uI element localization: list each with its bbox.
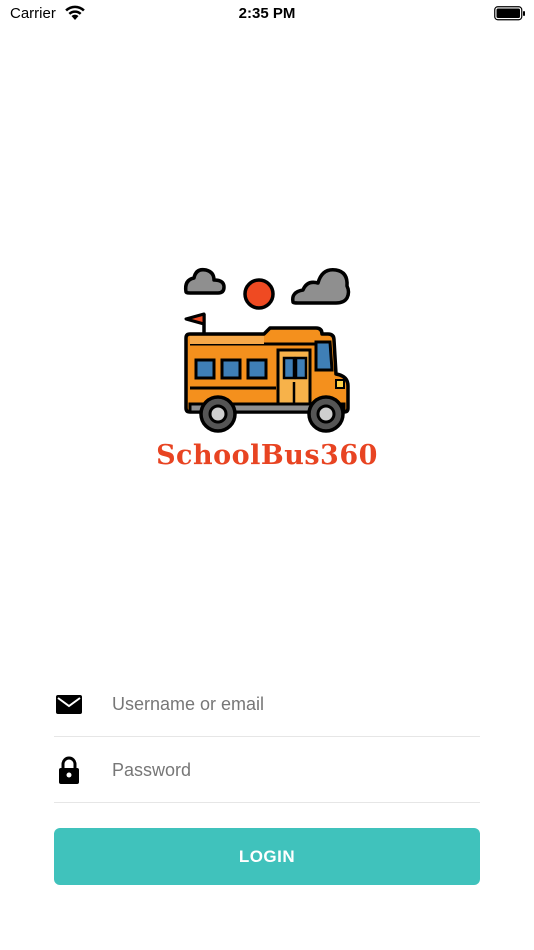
password-input[interactable] <box>112 752 472 788</box>
cloud-left-icon <box>183 267 226 295</box>
status-bar: Carrier 2:35 PM <box>0 0 534 28</box>
status-time: 2:35 PM <box>238 5 296 22</box>
lock-icon <box>59 756 79 784</box>
sun-icon <box>243 278 275 310</box>
battery-icon <box>494 6 525 21</box>
school-bus-logo <box>183 267 351 433</box>
app-name-title: SchoolBus360 <box>156 440 378 471</box>
login-button[interactable]: LOGIN <box>54 828 480 885</box>
username-input[interactable] <box>112 686 472 722</box>
password-field-row <box>54 738 480 803</box>
mail-icon <box>56 695 82 714</box>
cloud-right-icon <box>290 268 351 305</box>
username-field-row <box>54 672 480 737</box>
